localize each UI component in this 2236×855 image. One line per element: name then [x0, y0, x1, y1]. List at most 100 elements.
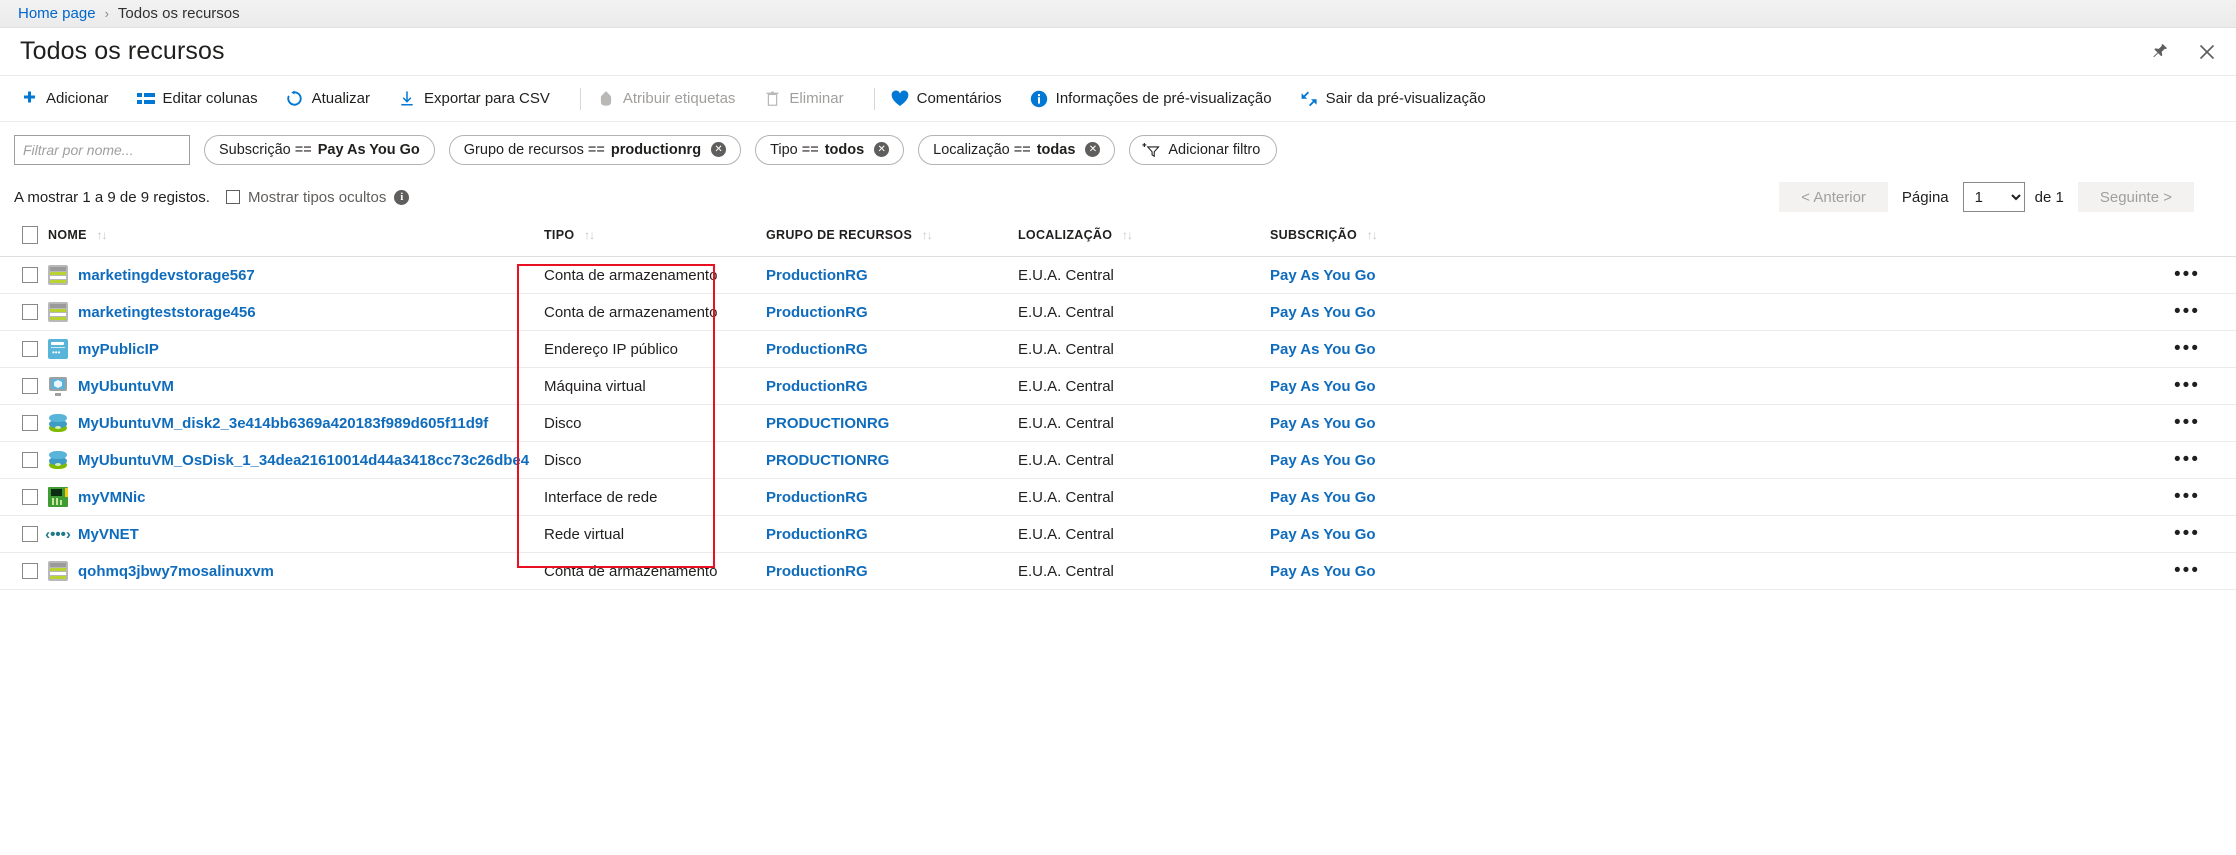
row-checkbox[interactable]	[22, 563, 38, 579]
row-more-actions-button[interactable]: •••	[1532, 256, 2236, 294]
column-header-subscription[interactable]: SUBSCRIÇÃO ↑↓	[1270, 216, 1532, 257]
resource-name-link[interactable]: MyUbuntuVM	[78, 378, 174, 395]
resource-type-cell: Conta de armazenamento	[518, 293, 766, 331]
row-select-cell	[0, 293, 48, 331]
resource-name-link[interactable]: qohmq3jbwy7mosalinuxvm	[78, 563, 274, 580]
resource-name-link[interactable]: marketingteststorage456	[78, 304, 256, 321]
filter-pill-resource-group[interactable]: Grupo de recursos == productionrg ✕	[448, 134, 742, 165]
row-more-actions-button[interactable]: •••	[1532, 330, 2236, 368]
resource-group-link[interactable]: ProductionRG	[766, 489, 868, 506]
table-row[interactable]: myVMNic Interface de rede ProductionRG E.U.…	[0, 478, 2236, 516]
download-icon	[398, 90, 416, 108]
subscription-link[interactable]: Pay As You Go	[1270, 378, 1376, 395]
table-row[interactable]: ‹•••› MyVNET Rede virtual ProductionRG E.U.A…	[0, 515, 2236, 553]
filter-pill-type-remove-icon[interactable]: ✕	[874, 142, 890, 157]
resource-group-link[interactable]: ProductionRG	[766, 304, 868, 321]
subscription-link[interactable]: Pay As You Go	[1270, 452, 1376, 469]
info-icon[interactable]: i	[394, 189, 410, 205]
preview-info-button[interactable]: Informações de pré-visualização	[1030, 86, 1286, 112]
filter-pill-type[interactable]: Tipo == todos ✕	[755, 134, 905, 165]
assign-tags-button[interactable]: Atribuir etiquetas	[597, 86, 750, 112]
column-header-resource-group[interactable]: GRUPO DE RECURSOS ↑↓	[766, 216, 1018, 257]
close-icon[interactable]	[2196, 41, 2218, 63]
breadcrumb-home-link[interactable]: Home page	[18, 5, 96, 22]
sort-icon[interactable]: ↑↓	[922, 228, 933, 242]
resource-name-link[interactable]: MyVNET	[78, 526, 139, 543]
row-checkbox[interactable]	[22, 452, 38, 468]
resource-name-link[interactable]: MyUbuntuVM_disk2_3e414bb6369a420183f989d…	[78, 415, 488, 432]
delete-button[interactable]: Eliminar	[763, 86, 857, 112]
export-csv-button[interactable]: Exportar para CSV	[398, 86, 564, 112]
subscription-link[interactable]: Pay As You Go	[1270, 415, 1376, 432]
table-row[interactable]: ••• myPublicIP Endereço IP público Producti…	[0, 330, 2236, 368]
row-more-actions-button[interactable]: •••	[1532, 515, 2236, 553]
refresh-button[interactable]: Atualizar	[286, 86, 384, 112]
row-more-actions-button[interactable]: •••	[1532, 293, 2236, 331]
pin-icon[interactable]	[2148, 41, 2170, 63]
table-row[interactable]: MyUbuntuVM Máquina virtual ProductionRG E.U…	[0, 367, 2236, 405]
resource-name-link[interactable]: MyUbuntuVM_OsDisk_1_34dea21610014d44a341…	[78, 452, 529, 469]
resource-name-link[interactable]: myVMNic	[78, 489, 146, 506]
filter-pill-location[interactable]: Localização == todas ✕	[918, 134, 1116, 165]
export-csv-label: Exportar para CSV	[423, 90, 550, 107]
subscription-link[interactable]: Pay As You Go	[1270, 341, 1376, 358]
add-button[interactable]: Adicionar	[20, 86, 123, 112]
show-hidden-types-checkbox[interactable]	[225, 190, 240, 204]
filter-pill-resource-group-remove-icon[interactable]: ✕	[711, 142, 727, 157]
column-header-type[interactable]: TIPO ↑↓	[518, 216, 766, 257]
row-checkbox[interactable]	[22, 378, 38, 394]
row-more-actions-button[interactable]: •••	[1532, 552, 2236, 590]
sort-icon[interactable]: ↑↓	[584, 228, 595, 242]
sort-icon[interactable]: ↑↓	[1122, 228, 1133, 242]
row-more-actions-button[interactable]: •••	[1532, 478, 2236, 516]
subscription-link[interactable]: Pay As You Go	[1270, 304, 1376, 321]
filter-pill-subscription[interactable]: Subscrição == Pay As You Go	[204, 134, 435, 165]
filter-pill-location-value: todas	[1036, 141, 1076, 158]
table-row[interactable]: marketingdevstorage567 Conta de armazenam…	[0, 256, 2236, 294]
resource-group-link[interactable]: ProductionRG	[766, 378, 868, 395]
exit-preview-button[interactable]: Sair da pré-visualização	[1300, 86, 1500, 112]
row-more-actions-button[interactable]: •••	[1532, 441, 2236, 479]
table-row[interactable]: qohmq3jbwy7mosalinuxvm Conta de armazenam…	[0, 552, 2236, 590]
search-input[interactable]	[14, 134, 190, 165]
resource-group-link[interactable]: ProductionRG	[766, 526, 868, 543]
columns-icon	[136, 90, 155, 108]
resource-name-link[interactable]: myPublicIP	[78, 341, 159, 358]
subscription-link[interactable]: Pay As You Go	[1270, 489, 1376, 506]
resource-group-link[interactable]: PRODUCTIONRG	[766, 452, 889, 469]
resource-group-link[interactable]: ProductionRG	[766, 341, 868, 358]
column-header-name[interactable]: NOME ↑↓	[48, 216, 518, 257]
table-row[interactable]: marketingteststorage456 Conta de armazena…	[0, 293, 2236, 331]
sort-icon[interactable]: ↑↓	[1367, 228, 1378, 242]
row-checkbox[interactable]	[22, 341, 38, 357]
row-checkbox[interactable]	[22, 267, 38, 283]
page-select[interactable]: 1	[1962, 182, 2025, 212]
row-checkbox[interactable]	[22, 304, 38, 320]
resource-group-link[interactable]: PRODUCTIONRG	[766, 415, 889, 432]
table-row[interactable]: MyUbuntuVM_disk2_3e414bb6369a420183f989d…	[0, 404, 2236, 442]
previous-page-button[interactable]: < Anterior	[1779, 182, 1888, 212]
row-checkbox[interactable]	[22, 415, 38, 431]
row-select-cell	[0, 441, 48, 479]
feedback-button[interactable]: Comentários	[891, 86, 1016, 112]
resource-name-link[interactable]: marketingdevstorage567	[78, 267, 255, 284]
subscription-link[interactable]: Pay As You Go	[1270, 526, 1376, 543]
next-page-button[interactable]: Seguinte >	[2077, 182, 2194, 212]
resource-group-link[interactable]: ProductionRG	[766, 267, 868, 284]
row-checkbox[interactable]	[22, 526, 38, 542]
row-more-actions-button[interactable]: •••	[1532, 404, 2236, 442]
edit-columns-button[interactable]: Editar colunas	[136, 86, 272, 112]
column-header-location[interactable]: LOCALIZAÇÃO ↑↓	[1018, 216, 1270, 257]
resource-name-cell: ‹•••› MyVNET	[45, 515, 518, 553]
filter-pill-location-remove-icon[interactable]: ✕	[1085, 142, 1101, 157]
row-more-actions-button[interactable]: •••	[1532, 367, 2236, 405]
select-all-checkbox[interactable]	[22, 226, 38, 244]
sort-icon[interactable]: ↑↓	[96, 228, 107, 242]
add-filter-button[interactable]: Adicionar filtro	[1129, 134, 1278, 165]
subscription-link[interactable]: Pay As You Go	[1270, 563, 1376, 580]
row-checkbox[interactable]	[22, 489, 38, 505]
table-row[interactable]: MyUbuntuVM_OsDisk_1_34dea21610014d44a341…	[0, 441, 2236, 479]
subscription-link[interactable]: Pay As You Go	[1270, 267, 1376, 284]
resource-group-link[interactable]: ProductionRG	[766, 563, 868, 580]
disk-icon	[48, 450, 68, 470]
